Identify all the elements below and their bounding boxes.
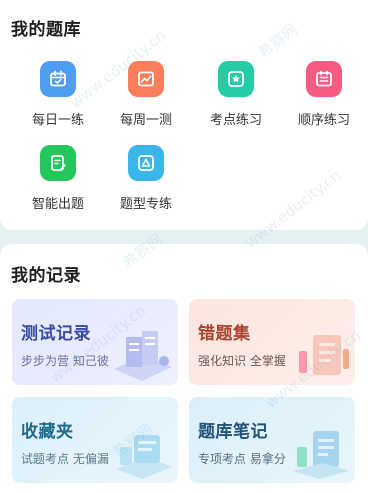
weekly-test-button[interactable]: 每周一测 [108, 61, 184, 128]
triangle-icon [128, 145, 164, 181]
favorites-subtitle: 试题考点 无偏漏 [21, 452, 109, 466]
sequential-practice-label: 顺序练习 [297, 113, 350, 128]
smart-quiz-button[interactable]: 智能出题 [20, 145, 96, 212]
bank-notes-card[interactable]: 题库笔记 专项考点 易拿分 [189, 397, 355, 483]
star-icon [218, 61, 254, 97]
error-set-title: 错题集 [198, 324, 251, 344]
daily-practice-label: 每日一练 [31, 113, 84, 128]
favorites-illustration-icon [116, 435, 172, 479]
test-records-card[interactable]: 测试记录 步步为营 知己彼 [12, 299, 178, 385]
question-bank-panel: 我的题库 每日一练 每周一测 考点练习 顺序练习 智能出题 题型专练 [0, 0, 368, 230]
favorites-card[interactable]: 收藏夹 试题考点 无偏漏 [12, 397, 178, 483]
error-set-card[interactable]: 错题集 强化知识 全掌握 [189, 299, 355, 385]
topic-practice-label: 考点练习 [209, 113, 262, 128]
topic-practice-button[interactable]: 考点练习 [198, 61, 274, 128]
list-icon [306, 61, 342, 97]
records-illustration-icon [114, 331, 172, 381]
test-records-subtitle: 步步为营 知己彼 [21, 354, 109, 368]
favorites-title: 收藏夹 [21, 422, 74, 442]
test-records-title: 测试记录 [21, 324, 91, 344]
edit-icon [40, 145, 76, 181]
notes-illustration-icon [293, 431, 349, 479]
question-bank-title: 我的题库 [11, 20, 81, 40]
error-set-illustration-icon [299, 335, 349, 375]
daily-practice-button[interactable]: 每日一练 [20, 61, 96, 128]
chart-icon [128, 61, 164, 97]
sequential-practice-button[interactable]: 顺序练习 [286, 61, 362, 128]
calendar-icon [40, 61, 76, 97]
smart-quiz-label: 智能出题 [31, 197, 84, 212]
bank-notes-title: 题库笔记 [198, 422, 268, 442]
bank-notes-subtitle: 专项考点 易拿分 [198, 452, 286, 466]
type-practice-button[interactable]: 题型专练 [108, 145, 184, 212]
error-set-subtitle: 强化知识 全掌握 [198, 354, 286, 368]
my-records-title: 我的记录 [11, 266, 81, 286]
weekly-test-label: 每周一测 [119, 113, 172, 128]
type-practice-label: 题型专练 [119, 197, 172, 212]
